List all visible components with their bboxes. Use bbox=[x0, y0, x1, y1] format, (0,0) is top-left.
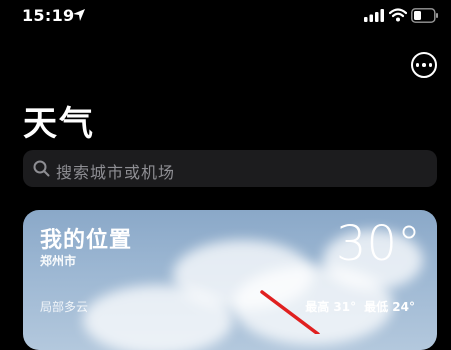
status-bar: 15:19 bbox=[0, 0, 451, 34]
signal-icon bbox=[364, 9, 384, 22]
battery-icon bbox=[411, 8, 438, 23]
weather-condition: 局部多云 bbox=[40, 300, 89, 314]
wifi-icon bbox=[389, 8, 407, 22]
more-options-button[interactable] bbox=[411, 52, 437, 78]
location-city: 郑州市 bbox=[40, 254, 77, 268]
search-input[interactable]: 搜索城市或机场 bbox=[23, 150, 437, 187]
cloud-decoration bbox=[83, 285, 233, 350]
status-time: 15:19 bbox=[22, 6, 75, 25]
high-temperature: 最高 31° bbox=[305, 300, 357, 314]
location-arrow-icon bbox=[73, 9, 85, 21]
search-icon bbox=[33, 160, 50, 177]
low-temperature: 最低 24° bbox=[364, 300, 415, 314]
more-icon bbox=[415, 63, 420, 67]
location-weather-card[interactable]: 我的位置 郑州市 30° 局部多云 最高 31° 最低 24° bbox=[23, 210, 437, 350]
page-title: 天气 bbox=[23, 104, 95, 144]
high-low-temperature: 最高 31° 最低 24° bbox=[297, 298, 415, 315]
location-name: 我的位置 bbox=[40, 228, 133, 253]
current-temperature: 30° bbox=[335, 216, 421, 272]
search-placeholder: 搜索城市或机场 bbox=[56, 163, 176, 182]
